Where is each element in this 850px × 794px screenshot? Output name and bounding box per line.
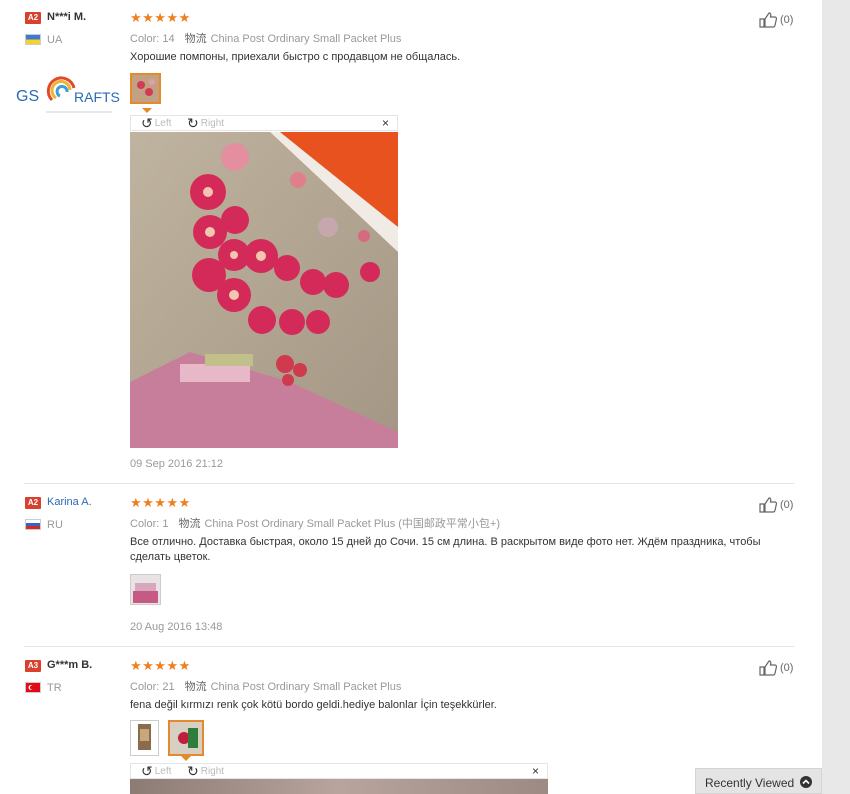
logo-text-gs: GS xyxy=(16,88,40,105)
star-rating: ★★★★★ xyxy=(130,495,191,510)
color-label: Color: xyxy=(130,33,160,45)
review-divider xyxy=(24,483,794,484)
chevron-up-icon xyxy=(800,776,812,788)
order-info: Color: 21 物流 China Post Ordinary Small Pack… xyxy=(130,678,401,694)
color-value: 1 xyxy=(162,518,169,530)
order-info: Color: 14 物流 China Post Ordinary Small Pack… xyxy=(130,30,401,46)
thumbs-up-icon xyxy=(759,497,777,513)
close-viewer-button[interactable]: × xyxy=(532,764,539,778)
gs-crafts-logo: GS RAFTS xyxy=(16,72,126,114)
rotate-left-icon: ↺ xyxy=(141,115,153,131)
flag-ru-icon xyxy=(25,519,41,530)
reviewer-name: N***i M. xyxy=(47,11,87,23)
active-thumb-pointer xyxy=(181,756,191,761)
photo-viewer-toolbar: ↺ Left ↻ Right × xyxy=(130,763,548,779)
logo-text-rafts: RAFTS xyxy=(74,89,120,105)
thumbs-up-icon xyxy=(759,660,777,676)
shipping-key: 物流 xyxy=(178,518,201,530)
review-divider xyxy=(24,646,794,647)
star-rating: ★★★★★ xyxy=(130,10,191,25)
rotate-left-button[interactable]: ↺ Left xyxy=(141,115,172,131)
photo-viewer-toolbar: ↺ Left ↻ Right × xyxy=(130,115,398,131)
reviewer-name[interactable]: Karina A. xyxy=(47,496,92,508)
active-thumb-pointer xyxy=(142,108,152,113)
rotate-left-label: Left xyxy=(154,117,172,129)
rotate-right-label: Right xyxy=(200,765,225,777)
rotate-left-label: Left xyxy=(154,765,172,777)
close-viewer-button[interactable]: × xyxy=(382,116,389,130)
helpful-button[interactable]: (0) xyxy=(759,660,793,676)
rotate-left-icon: ↺ xyxy=(141,763,153,779)
review-text: fena değil kırmızı renk çok kötü bordo g… xyxy=(130,699,497,711)
color-label: Color: xyxy=(130,518,160,530)
review-photo-large xyxy=(130,132,398,448)
review-date: 20 Aug 2016 13:48 xyxy=(130,621,223,633)
review-photo-thumb[interactable] xyxy=(168,720,204,756)
order-info: Color: 1 物流 China Post Ordinary Small Packe… xyxy=(130,515,500,531)
shipping-key: 物流 xyxy=(184,33,207,45)
shipping-key: 物流 xyxy=(184,681,207,693)
page-scrollbar[interactable] xyxy=(822,0,850,794)
color-value: 14 xyxy=(162,33,175,45)
recently-viewed-tab[interactable]: Recently Viewed xyxy=(695,768,822,794)
star-rating: ★★★★★ xyxy=(130,658,191,673)
review-text: Хорошие помпоны, приехали быстро с прода… xyxy=(130,51,461,63)
review-photo-thumb[interactable] xyxy=(130,73,161,104)
helpful-button[interactable]: (0) xyxy=(759,497,793,513)
buyer-level-badge: A2 xyxy=(25,497,41,509)
review-text: Все отлично. Доставка быстрая, около 15 … xyxy=(130,536,761,563)
helpful-count: (0) xyxy=(780,662,794,674)
reviewer-country: RU xyxy=(47,519,63,531)
color-label: Color: xyxy=(130,681,160,693)
helpful-count: (0) xyxy=(780,14,794,26)
reviewer-country: UA xyxy=(47,34,63,46)
rotate-right-icon: ↻ xyxy=(187,115,199,131)
review-photo-thumb[interactable] xyxy=(130,574,161,605)
shipping-value: China Post Ordinary Small Packet Plus xyxy=(210,33,402,45)
rotate-right-label: Right xyxy=(200,117,225,129)
color-value: 21 xyxy=(162,681,175,693)
review-photo-large xyxy=(130,779,548,794)
reviewer-name: G***m B. xyxy=(47,659,93,671)
thumbs-up-icon xyxy=(759,12,777,28)
rotate-right-button[interactable]: ↻ Right xyxy=(187,763,225,779)
helpful-button[interactable]: (0) xyxy=(759,12,793,28)
buyer-level-badge: A3 xyxy=(25,660,41,672)
rotate-right-icon: ↻ xyxy=(187,763,199,779)
review-date: 09 Sep 2016 21:12 xyxy=(130,458,223,470)
recently-viewed-label: Recently Viewed xyxy=(705,776,795,790)
flag-ua-icon xyxy=(25,34,41,45)
shipping-value: China Post Ordinary Small Packet Plus xyxy=(210,681,402,693)
review-photo-thumb[interactable] xyxy=(130,720,159,756)
shipping-value: China Post Ordinary Small Packet Plus (中… xyxy=(204,518,501,530)
helpful-count: (0) xyxy=(780,499,794,511)
rotate-right-button[interactable]: ↻ Right xyxy=(187,115,225,131)
rotate-left-button[interactable]: ↺ Left xyxy=(141,763,172,779)
flag-tr-icon xyxy=(25,682,41,693)
reviewer-country: TR xyxy=(47,682,62,694)
buyer-level-badge: A2 xyxy=(25,12,41,24)
